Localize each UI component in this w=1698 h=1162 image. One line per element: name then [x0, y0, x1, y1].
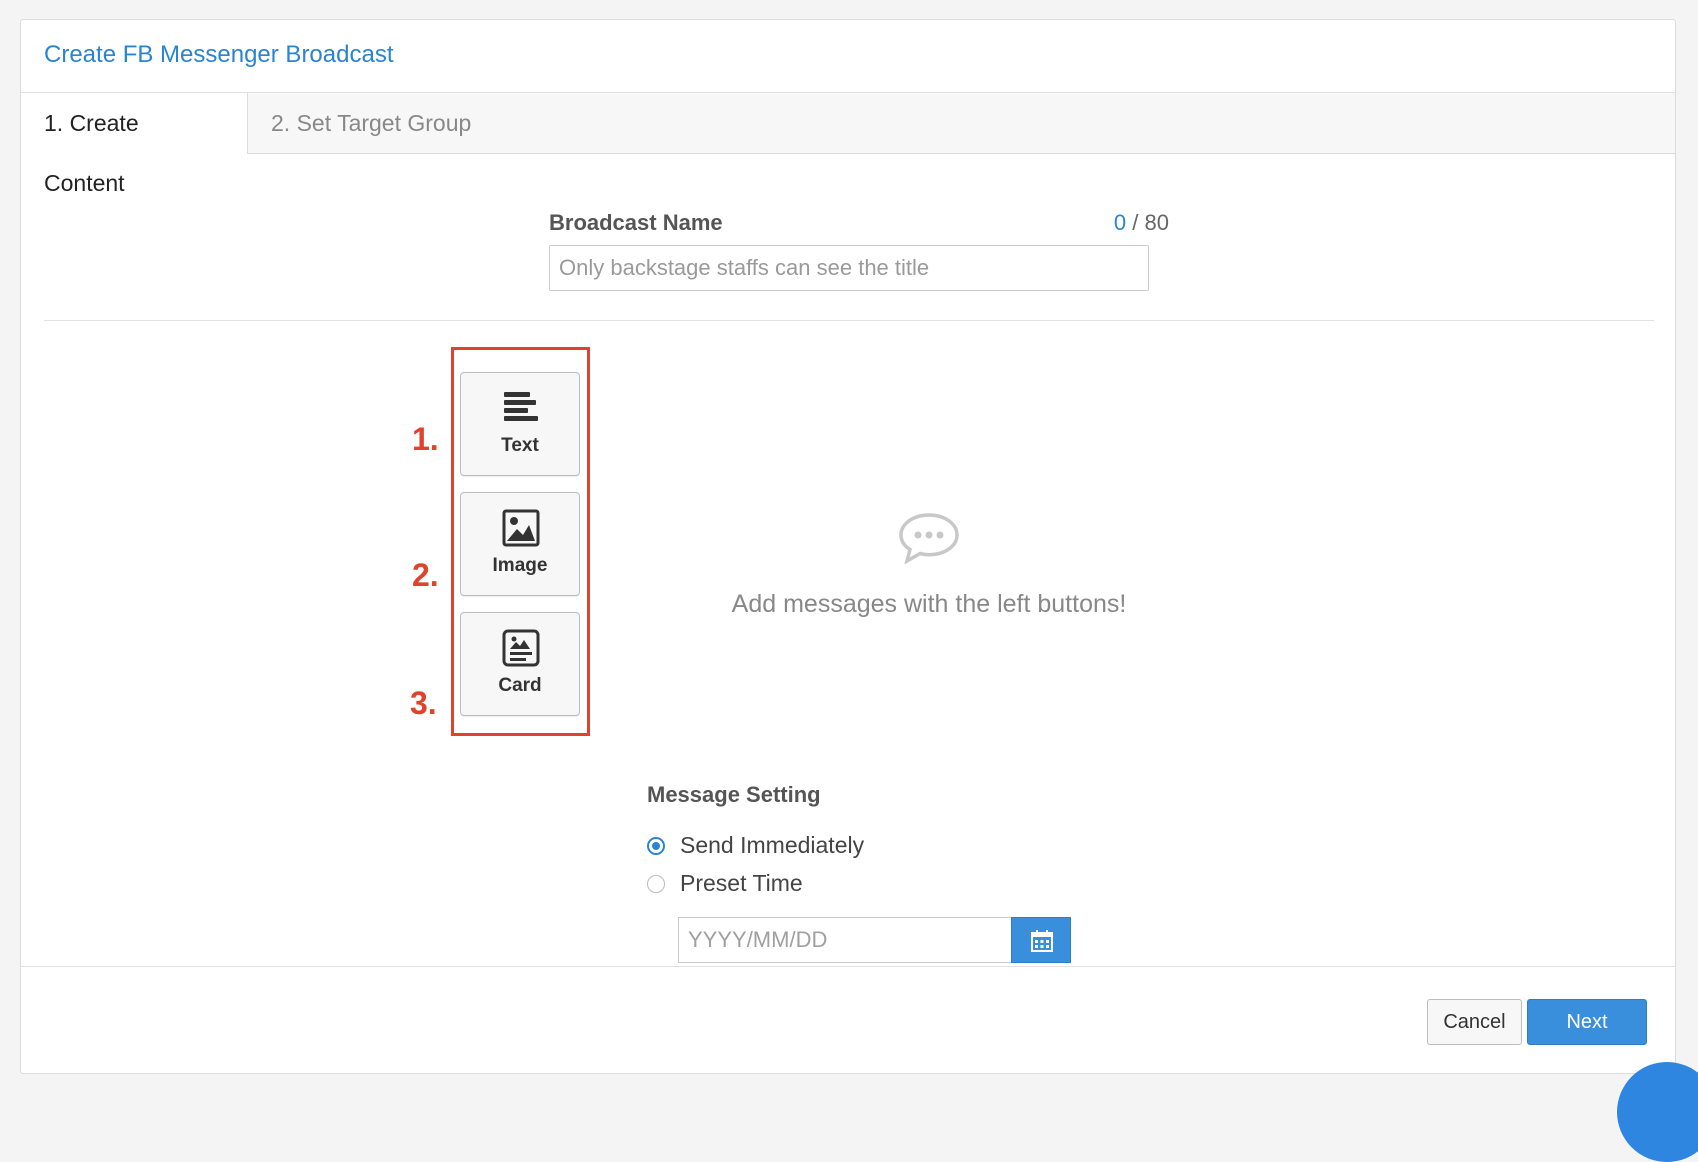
radio-preset-time[interactable]	[647, 875, 665, 893]
chat-bubble-icon	[899, 513, 959, 564]
calendar-icon	[1031, 930, 1053, 952]
add-image-button[interactable]: Image	[460, 492, 580, 596]
step-number-1: 1.	[412, 421, 439, 457]
empty-messages-hint: Add messages with the left buttons!	[731, 590, 1127, 618]
broadcast-panel: Create FB Messenger Broadcast 1. Create …	[20, 19, 1676, 1074]
section-divider	[44, 320, 1654, 321]
add-card-button[interactable]: Card	[460, 612, 580, 716]
tab-set-target-group[interactable]: 2. Set Target Group	[248, 93, 494, 153]
card-icon	[502, 629, 540, 667]
add-image-label: Image	[492, 555, 548, 576]
add-text-label: Text	[501, 435, 539, 456]
preset-time-label: Preset Time	[680, 870, 803, 896]
message-setting-label: Message Setting	[647, 782, 821, 807]
tab-create-content[interactable]: 1. Create Content	[21, 93, 248, 196]
broadcast-name-input[interactable]	[549, 245, 1149, 291]
send-immediately-label: Send Immediately	[680, 832, 865, 858]
broadcast-name-label: Broadcast Name	[549, 210, 723, 235]
text-lines-icon	[504, 392, 538, 421]
radio-send-immediately[interactable]	[647, 837, 665, 855]
chat-widget-button[interactable]	[1617, 1062, 1698, 1162]
add-card-label: Card	[498, 675, 542, 696]
char-count: 0	[1113, 210, 1127, 235]
add-text-button[interactable]: Text	[460, 372, 580, 476]
page-title: Create FB Messenger Broadcast	[44, 41, 394, 68]
date-input[interactable]	[678, 917, 1012, 963]
step-number-3: 3.	[410, 685, 437, 721]
next-button[interactable]: Next	[1527, 999, 1647, 1045]
cancel-button[interactable]: Cancel	[1427, 999, 1522, 1045]
step-tabs: 1. Create Content 2. Set Target Group	[21, 93, 1675, 196]
image-icon	[502, 509, 540, 547]
calendar-button[interactable]	[1011, 917, 1071, 963]
footer-divider	[21, 966, 1675, 967]
char-counter: 0 / 80	[1071, 210, 1169, 236]
step-number-2: 2.	[412, 557, 439, 593]
char-max: / 80	[1132, 210, 1169, 235]
